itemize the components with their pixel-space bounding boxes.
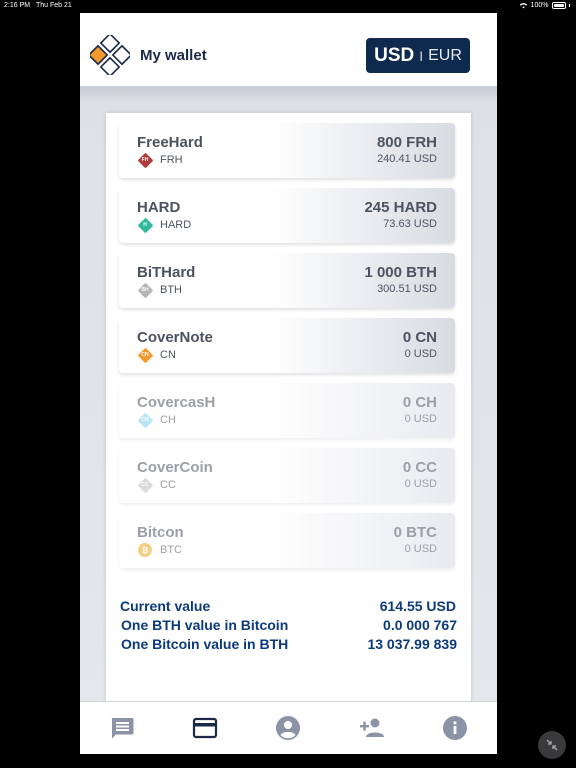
summary-label: One Bitcoin value in BTH xyxy=(121,636,289,652)
wallet-amount: 0 CN xyxy=(402,329,437,346)
currency-eur[interactable]: EUR xyxy=(428,47,462,65)
wallet-usd-value: 300.51 USD xyxy=(377,283,437,295)
coin-badge-icon: CH xyxy=(137,412,153,428)
badge-text: CC xyxy=(141,482,149,488)
wallet-card[interactable]: Bitcon ₿ BTC 0 BTC 0 USD xyxy=(119,513,455,568)
coin-badge-icon: ₿ xyxy=(137,542,153,558)
wallet-amount: 0 CH xyxy=(402,394,437,411)
logo-icon xyxy=(90,35,130,75)
currency-toggle[interactable]: USD I EUR xyxy=(366,38,470,73)
battery-percent: 100% xyxy=(530,2,549,9)
wallet-card[interactable]: CovercasH CH CH 0 CH 0 USD xyxy=(119,383,455,438)
wallet-card[interactable]: CoverNote CN CN 0 CN 0 USD xyxy=(119,318,455,373)
app-window: My wallet USD I EUR FreeHard FH FRH 800 FRH… xyxy=(80,13,497,754)
wallet-usd-value: 0 USD xyxy=(404,543,437,555)
wallet-name: FreeHard xyxy=(137,134,203,151)
add-user-icon xyxy=(359,718,384,737)
wallet-amount: 0 CC xyxy=(402,459,437,476)
collapse-icon xyxy=(546,739,558,751)
coin-badge-icon: FH xyxy=(137,152,153,168)
nav-info[interactable] xyxy=(435,708,475,748)
wallet-panel: FreeHard FH FRH 800 FRH 240.41 USD HARD H HARD 2… xyxy=(106,113,471,705)
wallet-name: BiTHard xyxy=(137,264,196,281)
wifi-icon xyxy=(519,3,527,9)
badge-text: H xyxy=(143,222,147,228)
battery-nub xyxy=(568,4,570,7)
wallet-amount: 245 HARD xyxy=(364,199,437,216)
nav-add-user[interactable] xyxy=(352,708,392,748)
wallet-card[interactable]: CoverCoin CC CC 0 CC 0 USD xyxy=(119,448,455,503)
wallet-usd-value: 0 USD xyxy=(404,478,437,490)
wallet-card[interactable]: FreeHard FH FRH 800 FRH 240.41 USD xyxy=(119,123,455,178)
minimize-button[interactable] xyxy=(538,731,566,759)
chat-icon xyxy=(111,718,134,739)
wallet-symbol: FRH xyxy=(160,154,183,166)
badge-text: ₿ xyxy=(141,545,149,555)
nav-messages[interactable] xyxy=(102,708,142,748)
wallet-symbol: BTH xyxy=(160,284,182,296)
wallet-name: CovercasH xyxy=(137,394,216,411)
wallet-name: Bitcon xyxy=(137,524,184,541)
info-icon xyxy=(443,716,468,740)
status-bar: 2:16 PM Thu Feb 21 100% xyxy=(0,0,576,12)
nav-wallet[interactable] xyxy=(185,708,225,748)
wallet-symbol: CH xyxy=(160,414,176,426)
bottom-nav xyxy=(80,701,497,754)
wallet-symbol: CC xyxy=(160,479,176,491)
wallet-usd-value: 73.63 USD xyxy=(383,218,437,230)
coin-badge-icon: CN xyxy=(137,347,153,363)
status-indicators: 100% xyxy=(519,2,570,9)
wallet-symbol: HARD xyxy=(160,219,192,231)
account-icon xyxy=(276,716,301,740)
wallet-card[interactable]: BiTHard BH BTH 1 000 BTH 300.51 USD xyxy=(119,253,455,308)
battery-icon xyxy=(551,2,566,9)
coin-badge-icon: BH xyxy=(137,282,153,298)
currency-separator: I xyxy=(419,47,424,64)
wallet-usd-value: 0 USD xyxy=(404,413,437,425)
status-date: Thu Feb 21 xyxy=(36,2,72,9)
wallet-symbol: BTC xyxy=(160,544,182,556)
coin-badge-icon: H xyxy=(137,217,153,233)
page-title: My wallet xyxy=(140,47,207,64)
wallet-card[interactable]: HARD H HARD 245 HARD 73.63 USD xyxy=(119,188,455,243)
wallet-usd-value: 0 USD xyxy=(404,348,437,360)
summary-label: One BTH value in Bitcoin xyxy=(121,617,289,633)
wallet-symbol: CN xyxy=(160,349,176,361)
currency-usd[interactable]: USD xyxy=(374,45,414,67)
coin-badge-icon: CC xyxy=(137,477,153,493)
wallet-name: CoverCoin xyxy=(137,459,213,476)
wallet-name: CoverNote xyxy=(137,329,213,346)
badge-text: BH xyxy=(141,287,149,293)
wallet-amount: 0 BTC xyxy=(393,524,437,541)
wallet-usd-value: 240.41 USD xyxy=(377,153,437,165)
wallet-amount: 800 FRH xyxy=(376,134,437,151)
nav-account[interactable] xyxy=(268,708,308,748)
summary-value: 614.55 USD xyxy=(379,598,456,614)
summary-value: 0.0 000 767 xyxy=(383,617,457,633)
wallet-amount: 1 000 BTH xyxy=(364,264,437,281)
card-icon xyxy=(192,717,218,739)
badge-text: CH xyxy=(141,417,149,423)
badge-text: FH xyxy=(141,157,149,163)
summary-value: 13 037.99 839 xyxy=(367,636,457,652)
wallet-name: HARD xyxy=(137,199,181,216)
summary-label: Current value xyxy=(120,598,211,614)
badge-text: CN xyxy=(141,352,149,358)
status-time: 2:16 PM xyxy=(4,2,31,9)
header: My wallet USD I EUR xyxy=(80,13,497,86)
